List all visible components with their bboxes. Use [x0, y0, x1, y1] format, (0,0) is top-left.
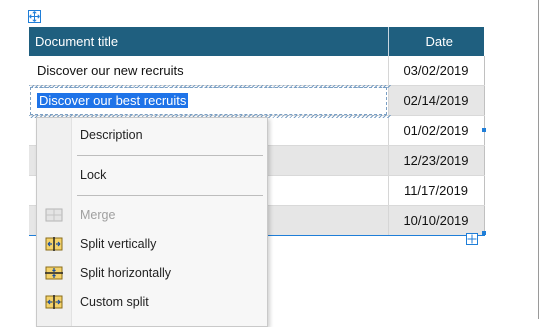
context-menu: Description Lock Merge Split vertically … — [36, 117, 268, 327]
resize-icon — [467, 234, 477, 244]
cell-date[interactable]: 11/17/2019 — [388, 175, 485, 206]
table-move-handle[interactable] — [28, 10, 41, 23]
menu-item-split-vertically[interactable]: Split vertically — [37, 231, 267, 257]
menu-item-custom-split[interactable]: Custom split — [37, 289, 267, 315]
menu-item-label: Split vertically — [80, 237, 157, 251]
cell-date[interactable]: 02/14/2019 — [388, 85, 485, 116]
menu-item-split-horizontally[interactable]: Split horizontally — [37, 260, 267, 286]
custom-split-icon — [45, 295, 63, 309]
table-row-selected: Discover our best recruits 02/14/2019 — [29, 85, 485, 116]
split-vertical-icon — [45, 237, 63, 251]
table-row: Discover our new recruits 03/02/2019 — [29, 56, 485, 86]
selection-frame-top — [29, 85, 391, 88]
column-header-document-title[interactable]: Document title — [29, 27, 389, 56]
menu-item-lock[interactable]: Lock — [37, 162, 267, 188]
selected-text[interactable]: Discover our best recruits — [37, 93, 189, 108]
menu-item-merge[interactable]: Merge — [37, 202, 267, 228]
table-header-row: Document title Date — [29, 27, 484, 56]
split-horizontal-icon — [45, 266, 63, 280]
cell-date[interactable]: 12/23/2019 — [388, 145, 485, 176]
cell-title-selected[interactable]: Discover our best recruits — [29, 85, 389, 116]
menu-separator — [77, 155, 263, 156]
resize-dot-bottom-right[interactable] — [482, 231, 486, 235]
merge-cells-icon — [45, 208, 63, 222]
menu-item-label: Split horizontally — [80, 266, 172, 280]
move-icon — [29, 11, 40, 22]
cell-date[interactable]: 03/02/2019 — [388, 56, 485, 86]
cell-title[interactable]: Discover our new recruits — [29, 56, 389, 86]
menu-item-description[interactable]: Description — [37, 122, 267, 148]
column-header-date[interactable]: Date — [388, 27, 484, 56]
cell-date[interactable]: 01/02/2019 — [388, 115, 485, 146]
table-resize-handle[interactable] — [466, 233, 478, 245]
menu-item-label: Lock — [80, 168, 107, 182]
menu-item-label: Description — [80, 128, 143, 142]
menu-item-label: Merge — [80, 208, 116, 222]
menu-item-label: Custom split — [80, 295, 149, 309]
resize-dot-right[interactable] — [482, 128, 486, 132]
menu-separator — [77, 195, 263, 196]
cell-date[interactable]: 10/10/2019 — [388, 205, 485, 236]
